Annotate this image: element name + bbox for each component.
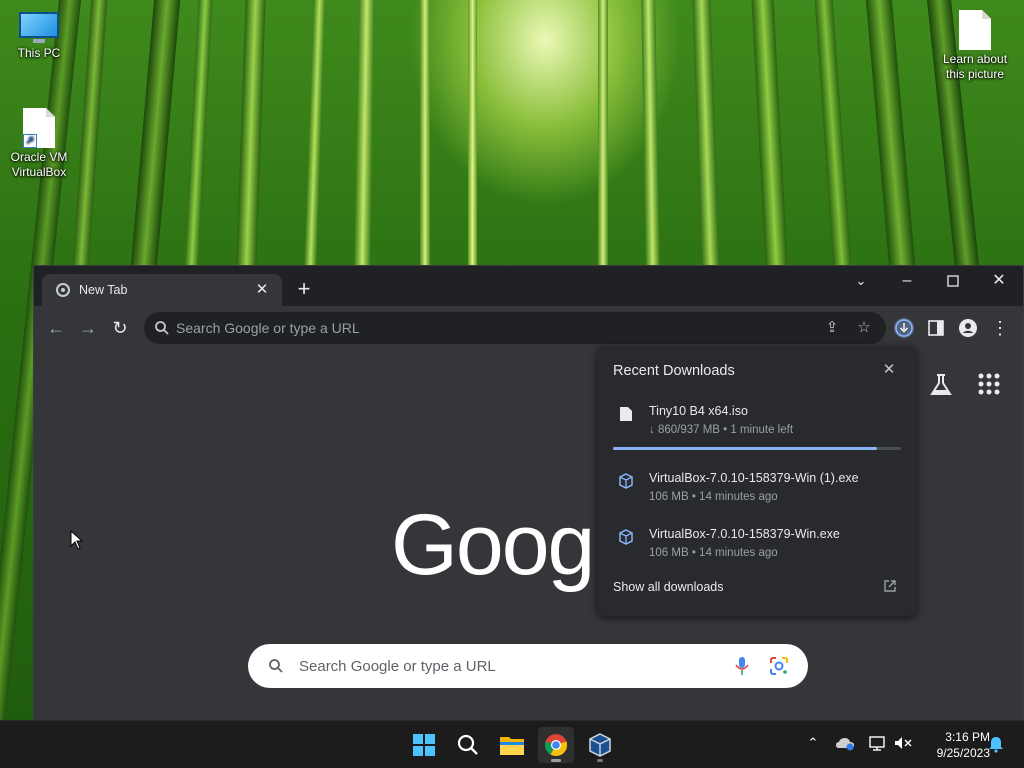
title-bar: New Tab ✕ + ⌄ – ✕ xyxy=(34,266,1023,306)
show-all-downloads-link[interactable]: Show all downloads xyxy=(613,580,724,594)
file-shortcut-icon: ↗ xyxy=(23,108,55,148)
clock-time: 3:16 PM xyxy=(945,730,990,744)
taskbar-clock[interactable]: 3:16 PM 9/25/2023 xyxy=(918,729,990,761)
search-icon xyxy=(269,659,283,673)
labs-flask-icon[interactable] xyxy=(928,372,954,398)
downloads-heading: Recent Downloads xyxy=(613,363,735,379)
start-icon xyxy=(413,734,435,756)
start-button[interactable] xyxy=(406,727,442,763)
reload-button[interactable]: ↻ xyxy=(108,316,132,340)
download-filename: VirtualBox-7.0.10-158379-Win.exe xyxy=(649,527,840,541)
download-status: 106 MB • 14 minutes ago xyxy=(649,491,778,503)
download-progress-bar xyxy=(613,447,901,450)
chrome-favicon-icon xyxy=(56,283,70,297)
downloads-icon[interactable] xyxy=(892,316,916,340)
google-apps-icon[interactable] xyxy=(977,372,1001,396)
desktop-icon-learn-about-picture[interactable]: Learn about this picture xyxy=(936,10,1014,82)
desktop-icon-label: Oracle VM VirtualBox xyxy=(10,150,68,179)
voice-search-icon[interactable] xyxy=(734,656,750,676)
virtualbox-taskbar-button[interactable] xyxy=(582,727,618,763)
file-icon xyxy=(620,407,632,421)
download-filename: Tiny10 B4 x64.iso xyxy=(649,404,748,418)
mouse-cursor-icon xyxy=(70,530,84,550)
tab-search-icon[interactable]: ⌄ xyxy=(838,266,884,296)
tab-new-tab[interactable]: New Tab ✕ xyxy=(42,274,282,306)
download-item[interactable]: VirtualBox-7.0.10-158379-Win (1).exe 106… xyxy=(597,469,917,519)
address-bar[interactable]: Search Google or type a URL ⇪ ☆ xyxy=(144,312,886,344)
chrome-taskbar-button[interactable] xyxy=(538,727,574,763)
side-panel-icon[interactable] xyxy=(924,316,948,340)
chevron-up-icon[interactable]: ⌃ xyxy=(803,735,823,755)
desktop-icon-this-pc[interactable]: This PC xyxy=(0,12,78,61)
clock-date: 9/25/2023 xyxy=(936,746,990,760)
close-icon[interactable]: ✕ xyxy=(879,360,899,380)
virtualbox-icon xyxy=(619,529,633,545)
virtualbox-icon xyxy=(589,733,611,757)
menu-icon[interactable]: ⋮ xyxy=(988,316,1012,340)
minimize-button[interactable]: – xyxy=(884,266,930,296)
tab-close-icon[interactable]: ✕ xyxy=(252,280,272,300)
maximize-button[interactable] xyxy=(930,266,976,296)
search-icon xyxy=(155,321,169,335)
download-status: 106 MB • 14 minutes ago xyxy=(649,547,778,559)
toolbar: ← → ↻ Search Google or type a URL ⇪ ☆ ⋮ xyxy=(34,306,1023,350)
close-window-button[interactable]: ✕ xyxy=(976,266,1022,296)
downloads-bubble: Recent Downloads ✕ Tiny10 B4 x64.iso ↓ 8… xyxy=(597,346,917,616)
virtualbox-icon xyxy=(619,473,633,489)
volume-muted-icon[interactable] xyxy=(892,735,914,755)
chrome-icon xyxy=(544,734,568,757)
download-status: ↓ 860/937 MB • 1 minute left xyxy=(649,424,794,436)
network-icon[interactable] xyxy=(866,735,888,755)
search-icon xyxy=(457,734,478,755)
computer-icon xyxy=(19,12,59,44)
file-explorer-button[interactable] xyxy=(494,727,530,763)
bookmark-star-icon[interactable]: ☆ xyxy=(854,318,874,338)
download-item[interactable]: VirtualBox-7.0.10-158379-Win.exe 106 MB … xyxy=(597,525,917,575)
share-icon[interactable]: ⇪ xyxy=(822,318,842,338)
taskbar-search-button[interactable] xyxy=(450,727,486,763)
file-explorer-icon xyxy=(500,737,524,755)
address-bar-placeholder: Search Google or type a URL xyxy=(176,320,360,336)
file-icon xyxy=(959,10,991,50)
desktop-icon-label: This PC xyxy=(17,46,61,60)
google-lens-icon[interactable] xyxy=(769,656,789,676)
onedrive-icon[interactable] xyxy=(834,735,856,755)
ntp-search-box[interactable]: Search Google or type a URL xyxy=(248,644,808,688)
forward-button[interactable]: → xyxy=(76,316,100,340)
download-item[interactable]: Tiny10 B4 x64.iso ↓ 860/937 MB • 1 minut… xyxy=(597,402,917,452)
ntp-search-placeholder: Search Google or type a URL xyxy=(299,658,496,675)
back-button[interactable]: ← xyxy=(44,316,68,340)
download-filename: VirtualBox-7.0.10-158379-Win (1).exe xyxy=(649,471,859,485)
new-tab-button[interactable]: + xyxy=(292,278,316,302)
profile-avatar-icon[interactable] xyxy=(956,316,980,340)
tab-title: New Tab xyxy=(79,283,128,297)
desktop-icon-label: Learn about this picture xyxy=(942,52,1008,81)
taskbar: ⌃ 3:16 PM 9/25/2023 xyxy=(0,720,1024,768)
notification-bell-icon[interactable] xyxy=(986,735,1006,755)
external-link-icon[interactable] xyxy=(883,579,897,593)
desktop-icon-virtualbox[interactable]: ↗ Oracle VM VirtualBox xyxy=(0,108,78,180)
